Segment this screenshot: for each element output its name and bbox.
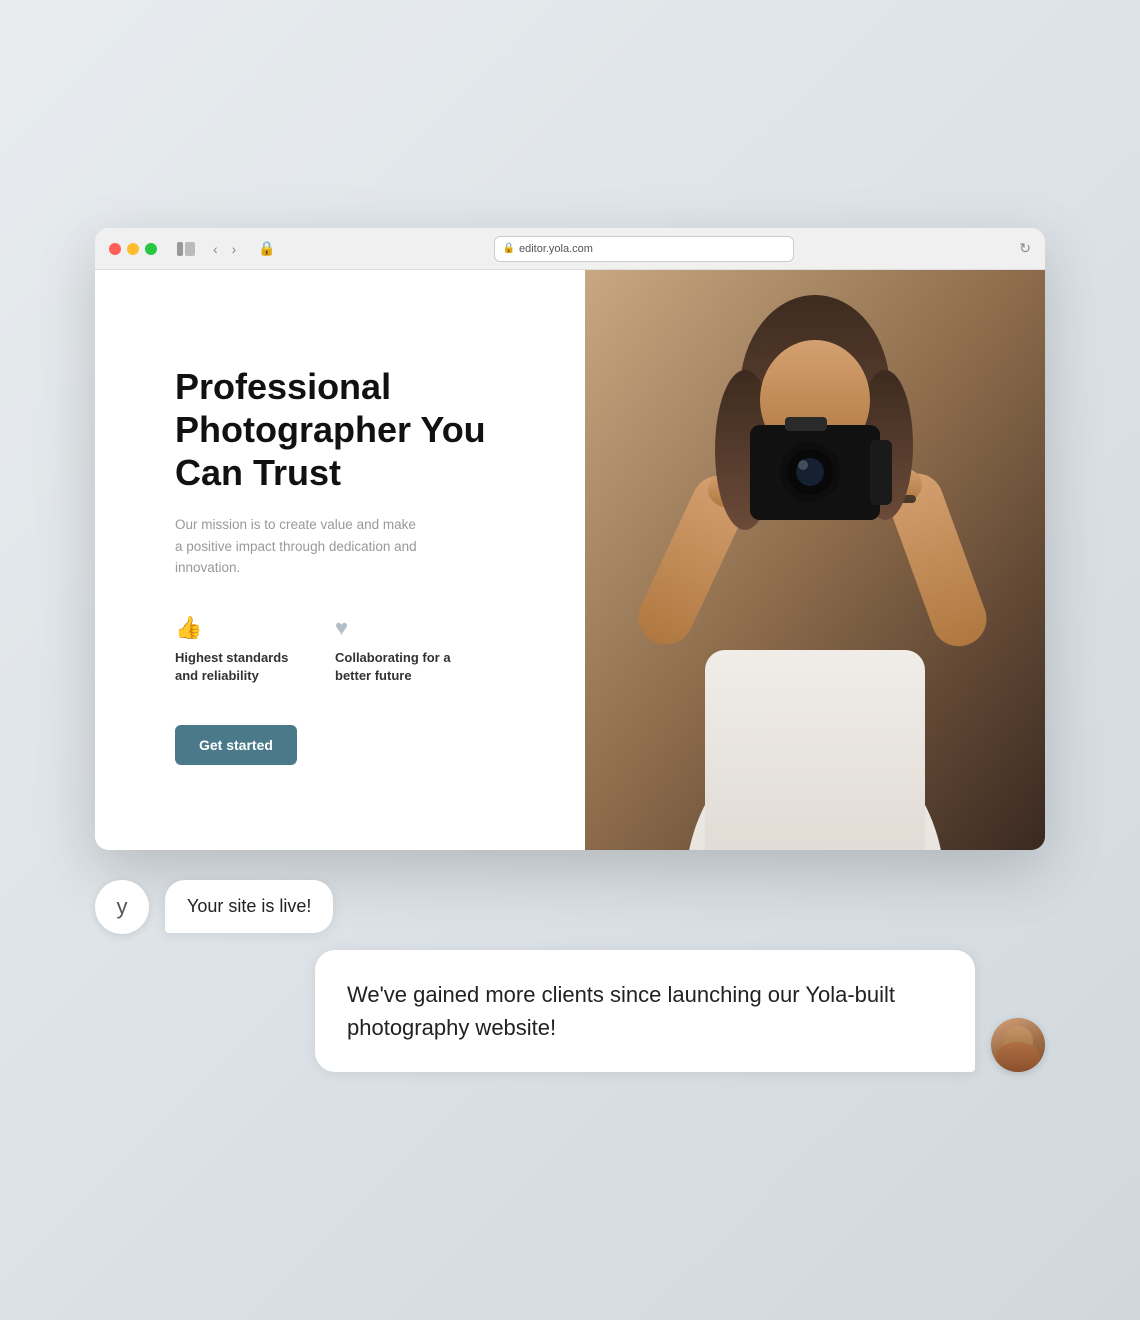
user-avatar	[991, 1018, 1045, 1072]
feature-item-2: ♥ Collaborating for a better future	[335, 615, 455, 685]
hero-image	[585, 270, 1045, 850]
browser-nav: ‹ ›	[209, 239, 240, 259]
yola-avatar-label: y	[117, 894, 128, 920]
minimize-button[interactable]	[127, 243, 139, 255]
chat-message-right-row: We've gained more clients since launchin…	[95, 950, 1045, 1072]
sidebar-toggle-icon[interactable]	[177, 242, 195, 256]
get-started-button[interactable]: Get started	[175, 725, 297, 765]
photographer-illustration	[585, 270, 1045, 850]
sidebar-left-rect	[177, 242, 183, 256]
hero-title: Professional Photographer You Can Trust	[175, 365, 535, 495]
feature-label-1: Highest standards and reliability	[175, 649, 295, 685]
browser-content: Professional Photographer You Can Trust …	[95, 270, 1045, 850]
browser-window: ‹ › 🔒 🔒 editor.yola.com ↻ Professional P…	[95, 228, 1045, 850]
reload-button[interactable]: ↻	[1019, 240, 1031, 257]
traffic-lights	[109, 243, 157, 255]
chat-message-left-row: y Your site is live!	[95, 880, 1045, 934]
chat-right-text: We've gained more clients since launchin…	[347, 982, 895, 1040]
feature-item-1: 👍 Highest standards and reliability	[175, 615, 295, 685]
feature-label-2: Collaborating for a better future	[335, 649, 455, 685]
url-text: editor.yola.com	[519, 243, 593, 255]
lock-icon: 🔒	[503, 243, 515, 254]
page-wrapper: ‹ › 🔒 🔒 editor.yola.com ↻ Professional P…	[0, 0, 1140, 1320]
maximize-button[interactable]	[145, 243, 157, 255]
hero-subtitle: Our mission is to create value and make …	[175, 514, 425, 579]
chat-bubble-right: We've gained more clients since launchin…	[315, 950, 975, 1072]
forward-button[interactable]: ›	[228, 239, 241, 259]
left-panel: Professional Photographer You Can Trust …	[95, 270, 585, 850]
privacy-icon: 🔒	[258, 240, 275, 257]
user-avatar-face	[991, 1018, 1045, 1072]
features-row: 👍 Highest standards and reliability ♥ Co…	[175, 615, 535, 685]
thumbs-up-icon: 👍	[175, 615, 295, 641]
chat-left-text: Your site is live!	[187, 896, 311, 916]
back-button[interactable]: ‹	[209, 239, 222, 259]
yola-avatar: y	[95, 880, 149, 934]
address-bar[interactable]: 🔒 editor.yola.com	[494, 236, 794, 262]
browser-toolbar: ‹ › 🔒 🔒 editor.yola.com ↻	[95, 228, 1045, 270]
close-button[interactable]	[109, 243, 121, 255]
heart-icon: ♥	[335, 615, 455, 641]
chat-bubble-left: Your site is live!	[165, 880, 333, 933]
chat-area: y Your site is live! We've gained more c…	[95, 850, 1045, 1072]
photographer-photo	[585, 270, 1045, 850]
sidebar-right-rect	[185, 242, 195, 256]
